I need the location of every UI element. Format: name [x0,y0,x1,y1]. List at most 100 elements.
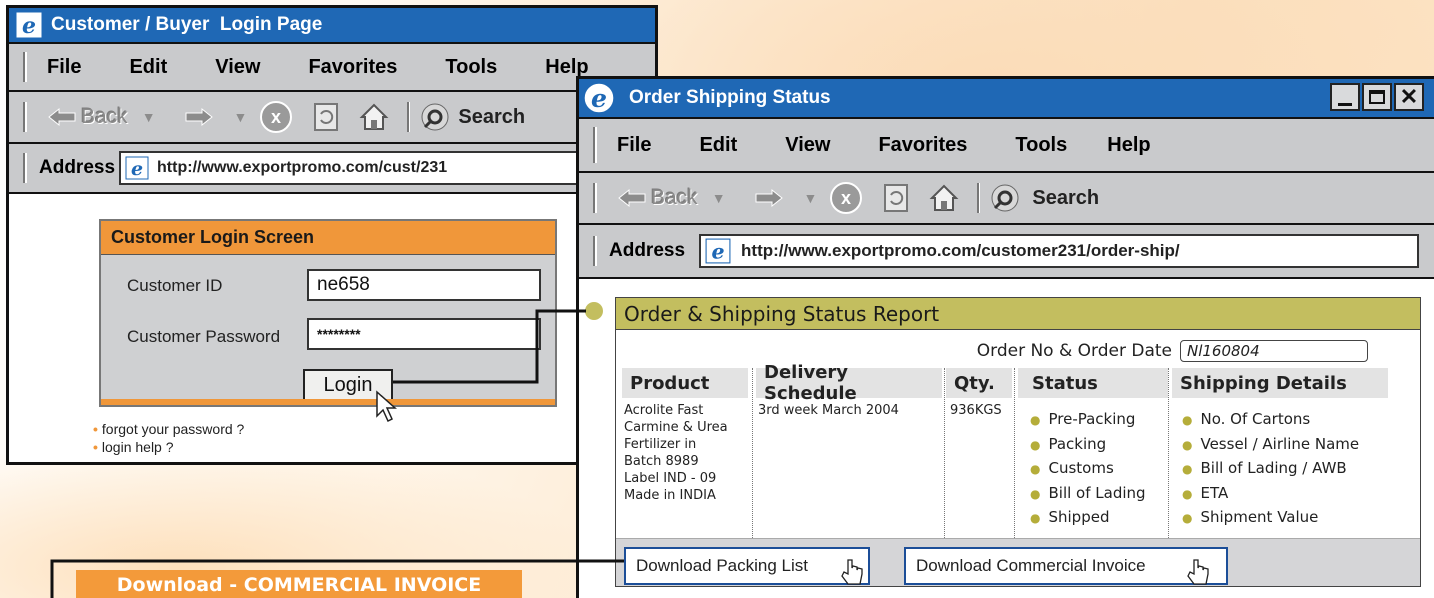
menu-file[interactable]: File [617,134,651,157]
ie-logo-icon: e [583,82,615,114]
svg-text:x: x [841,188,851,208]
tool-bar: Back ▼ ▼ x Search [9,92,655,144]
bullet-icon: ● [1030,413,1041,427]
address-input[interactable]: e http://www.exportpromo.com/customer231… [699,234,1420,268]
download-packing-list-button[interactable]: Download Packing List [624,547,870,585]
status-item-label: Bill of Lading [1048,483,1146,502]
menu-favorites[interactable]: Favorites [878,134,967,157]
minimize-icon[interactable] [1330,83,1360,111]
download-commercial-invoice-banner[interactable]: Download - COMMERCIAL INVOICE [76,570,522,598]
maximize-icon[interactable] [1362,83,1392,111]
shipping-item: ● Bill of Lading / AWB [1182,457,1359,482]
back-dropdown-icon[interactable]: ▼ [142,109,156,125]
status-item-label: Pre-Packing [1048,410,1136,428]
toolbar-grip [23,153,27,183]
bullet-icon: ● [1030,437,1041,452]
order-number-field[interactable]: Nl160804 [1180,340,1368,362]
menu-view[interactable]: View [215,56,260,79]
connector-dot [585,302,603,320]
search-icon[interactable] [990,183,1020,213]
toolbar-grip [23,102,27,132]
address-url: http://www.exportpromo.com/customer231/o… [741,241,1180,260]
menu-favorites[interactable]: Favorites [308,56,397,79]
stop-icon[interactable]: x [829,181,863,215]
forward-button[interactable]: ▼ [754,188,818,208]
menu-tools[interactable]: Tools [445,56,497,79]
bullet-icon: ● [1182,462,1193,476]
forward-arrow-icon [755,188,783,208]
menu-bar: File Edit View Favorites Tools Help [579,119,1434,173]
product-line: Batch 8989 [624,454,699,469]
back-button[interactable]: Back ▼ [47,105,156,129]
ie-page-icon: e [705,238,731,264]
forward-button[interactable]: ▼ [184,107,248,127]
ie-page-icon: e [125,156,149,180]
refresh-icon[interactable] [883,183,909,213]
login-button[interactable]: Login [303,369,393,401]
menu-edit[interactable]: Edit [129,56,167,79]
login-panel-footer [101,399,555,405]
window-title: Customer / Buyer Login Page [51,14,323,35]
refresh-icon[interactable] [313,102,339,132]
back-label: Back [651,186,698,209]
stop-icon[interactable]: x [259,100,293,134]
address-label: Address [609,240,686,261]
customer-password-input[interactable]: ******** [307,318,541,350]
menu-view[interactable]: View [785,134,830,157]
status-item: ● Bill of Lading [1030,482,1146,507]
menu-help[interactable]: Help [1107,134,1150,157]
product-line: Label IND - 09 [624,471,717,486]
search-icon[interactable] [420,102,450,132]
forward-dropdown-icon[interactable]: ▼ [234,109,248,125]
home-icon[interactable] [359,102,389,132]
status-list: ● Pre-Packing ● Packing ● Customs ● Bill of … [1030,408,1146,531]
svg-text:e: e [711,240,724,264]
menu-file[interactable]: File [47,56,81,79]
status-item: ● Customs [1030,457,1146,482]
delivery-schedule-cell: 3rd week March 2004 [758,403,899,418]
shipping-item-label: Shipment Value [1200,508,1319,526]
shipping-item: ● ETA [1182,482,1359,507]
shipping-item-label: Bill of Lading / AWB [1200,459,1347,477]
customer-password-label: Customer Password [127,327,281,346]
close-icon[interactable]: ✕ [1394,83,1424,111]
shipping-item: ● No. Of Cartons [1182,408,1359,433]
order-status-browser-window: e Order Shipping Status ✕ File Edit View… [576,76,1434,598]
shipping-details-list: ● No. Of Cartons ● Vessel / Airline Name ●… [1182,408,1359,531]
product-line: Made in INDIA [624,488,716,503]
download-commercial-invoice-button[interactable]: Download Commercial Invoice [904,547,1228,585]
column-divider [944,368,945,538]
order-number-row: Order No & Order Date Nl160804 [977,340,1368,362]
order-shipping-report: Order & Shipping Status Report Order No … [615,297,1421,587]
address-input[interactable]: e http://www.exportpromo.com/cust/231 [119,151,580,185]
back-arrow-icon [48,107,76,127]
order-number-label: Order No & Order Date [976,341,1172,361]
menu-tools[interactable]: Tools [1015,134,1067,157]
login-panel-heading: Customer Login Screen [101,221,555,255]
login-help-link[interactable]: • login help ? [93,438,244,456]
tool-bar: Back ▼ ▼ x Search [579,173,1434,225]
toolbar-grip [23,52,27,82]
column-divider [1014,368,1015,538]
search-label[interactable]: Search [458,106,525,129]
back-button[interactable]: Back ▼ [617,186,726,210]
download-packing-list-label: Download Packing List [636,556,808,575]
download-commercial-invoice-label: Download Commercial Invoice [916,556,1146,575]
forward-dropdown-icon[interactable]: ▼ [804,190,818,206]
shipping-item-label: No. Of Cartons [1200,410,1311,428]
back-dropdown-icon[interactable]: ▼ [712,190,726,206]
customer-id-input[interactable]: ne658 [307,269,541,301]
status-item-label: Shipped [1048,508,1110,526]
search-label[interactable]: Search [1032,187,1099,210]
back-arrow-icon [618,188,646,208]
home-icon[interactable] [929,183,959,213]
login-browser-window: e Customer / Buyer Login Page File Edit … [6,5,658,465]
order-number-value: Nl160804 [1187,342,1260,360]
back-label: Back [81,105,128,128]
svg-text:e: e [131,158,143,180]
report-heading: Order & Shipping Status Report [616,298,1420,330]
menu-edit[interactable]: Edit [699,134,737,157]
status-item-label: Packing [1048,434,1107,453]
window-title: Order Shipping Status [629,87,831,108]
forgot-password-link[interactable]: • forgot your password ? [93,420,244,438]
